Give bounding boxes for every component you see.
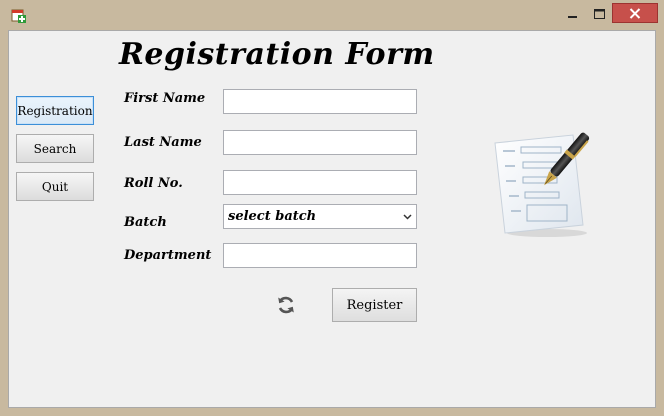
client-area: Registration Search Quit Registration Fo… bbox=[8, 30, 656, 408]
close-icon bbox=[629, 4, 641, 23]
sidebar-item-label: Quit bbox=[41, 179, 69, 194]
department-input[interactable] bbox=[223, 243, 417, 268]
register-button[interactable]: Register bbox=[332, 288, 417, 322]
first-name-input[interactable] bbox=[223, 89, 417, 114]
batch-label: Batch bbox=[124, 215, 167, 230]
first-name-label: First Name bbox=[124, 91, 206, 106]
sidebar-item-label: Registration bbox=[17, 103, 93, 118]
sidebar-item-label: Search bbox=[33, 141, 77, 156]
last-name-label: Last Name bbox=[124, 135, 202, 150]
document-pen-icon bbox=[487, 129, 599, 241]
minimize-button[interactable] bbox=[560, 2, 586, 24]
roll-no-input[interactable] bbox=[223, 170, 417, 195]
chevron-down-icon bbox=[398, 205, 416, 228]
maximize-icon bbox=[593, 4, 605, 23]
sidebar-item-registration[interactable]: Registration bbox=[16, 96, 94, 125]
sidebar-item-quit[interactable]: Quit bbox=[16, 172, 94, 201]
batch-select-value: select batch bbox=[228, 209, 317, 224]
close-button[interactable] bbox=[612, 3, 658, 23]
app-icon bbox=[11, 8, 27, 24]
app-window: Registration Search Quit Registration Fo… bbox=[0, 0, 664, 416]
maximize-button[interactable] bbox=[586, 2, 612, 24]
roll-no-label: Roll No. bbox=[124, 176, 183, 191]
last-name-input[interactable] bbox=[223, 130, 417, 155]
refresh-icon[interactable] bbox=[276, 295, 296, 315]
form-title: Registration Form bbox=[119, 37, 435, 72]
register-button-label: Register bbox=[346, 297, 403, 313]
minimize-icon bbox=[568, 4, 578, 23]
batch-select[interactable]: select batch bbox=[223, 204, 417, 229]
sidebar-item-search[interactable]: Search bbox=[16, 134, 94, 163]
department-label: Department bbox=[124, 248, 212, 263]
title-bar[interactable] bbox=[0, 0, 664, 30]
